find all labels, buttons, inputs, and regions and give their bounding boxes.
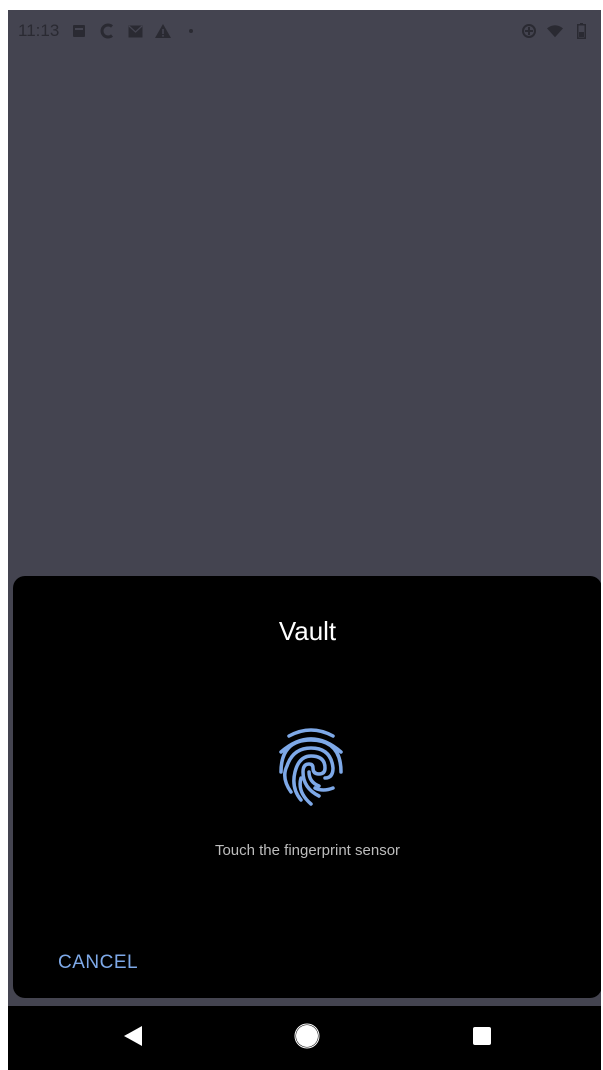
home-button[interactable]	[277, 1006, 337, 1070]
back-button[interactable]	[103, 1006, 163, 1070]
home-icon	[294, 1023, 320, 1054]
recents-icon	[472, 1026, 492, 1051]
back-icon	[123, 1025, 143, 1052]
dot-icon	[183, 23, 199, 39]
warning-icon	[155, 23, 172, 39]
battery-icon	[573, 23, 589, 39]
status-time: 11:13	[18, 21, 60, 40]
dialog-title: Vault	[278, 616, 337, 646]
data-saver-icon	[521, 23, 537, 39]
c-app-icon	[99, 23, 115, 39]
cancel-button[interactable]: CANCEL	[58, 952, 138, 974]
navigation-bar	[8, 1006, 601, 1070]
image-icon	[71, 23, 87, 39]
dialog-hint: Touch the fingerprint sensor	[214, 842, 401, 859]
status-bar: 11:13	[8, 10, 601, 52]
mail-icon	[127, 23, 143, 39]
phone-screen: 11:13 Vault Touch the fingerprint sensor…	[8, 10, 601, 1070]
status-right	[521, 23, 589, 39]
recents-button[interactable]	[452, 1006, 512, 1070]
fingerprint-icon	[275, 726, 347, 806]
wifi-icon	[547, 23, 563, 39]
biometric-dialog: Vault Touch the fingerprint sensor CANCE…	[13, 576, 601, 998]
status-left: 11:13	[18, 21, 199, 41]
